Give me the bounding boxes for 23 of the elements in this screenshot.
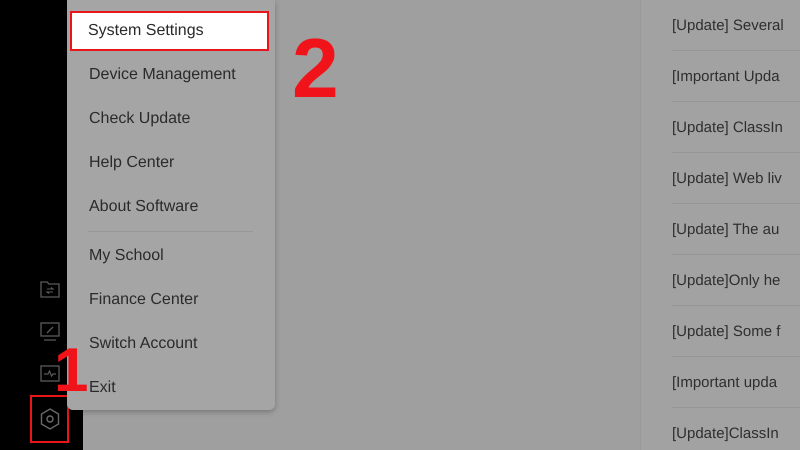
update-title[interactable]: [Update] The au — [672, 220, 780, 238]
menu-item[interactable]: Finance Center — [89, 280, 198, 320]
menu-item[interactable]: My School — [89, 236, 164, 276]
activity-monitor-icon[interactable] — [40, 364, 60, 382]
folder-icon[interactable] — [40, 280, 60, 298]
menu-item[interactable]: About Software — [89, 187, 198, 227]
menu-item[interactable]: Device Management — [89, 55, 236, 95]
update-title[interactable]: [Important Upda — [672, 68, 780, 84]
menu-item[interactable]: Exit — [89, 368, 116, 408]
menu-item[interactable]: Help Center — [89, 143, 174, 183]
update-title[interactable]: [Update] Web liv — [672, 170, 782, 186]
update-title[interactable]: [Update] Some f — [672, 322, 780, 340]
update-title[interactable]: [Update]Only he — [672, 272, 780, 288]
menu-item[interactable]: Switch Account — [89, 324, 198, 364]
step-number: 2 — [292, 26, 339, 110]
update-title[interactable]: [Update]ClassIn — [672, 424, 779, 442]
menu-item[interactable]: Check Update — [89, 99, 190, 139]
menu-item[interactable]: System Settings — [70, 11, 269, 51]
monitor-pen-icon[interactable] — [40, 322, 60, 340]
update-title[interactable]: [Important upda — [672, 374, 778, 390]
update-title[interactable]: [Update] Several — [672, 16, 784, 34]
update-title[interactable]: [Update] ClassIn — [672, 118, 783, 136]
settings-icon[interactable] — [40, 408, 60, 430]
